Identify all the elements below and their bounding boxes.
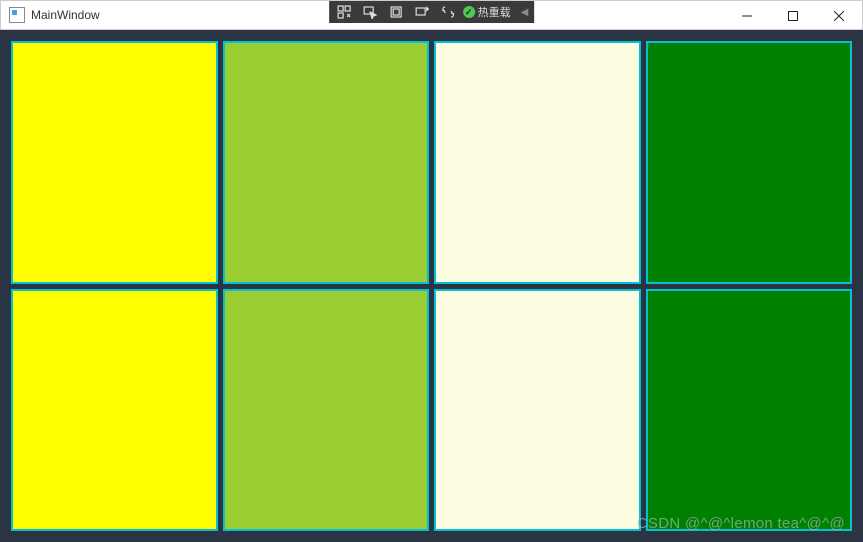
grid-cell-3 (646, 41, 853, 284)
grid-cell-0 (11, 41, 218, 284)
app-icon (9, 7, 25, 23)
hot-reload-button[interactable]: ✓ 热重载 (461, 4, 517, 20)
window-title: MainWindow (31, 8, 100, 22)
grid-cell-4 (11, 289, 218, 532)
minimize-button[interactable] (724, 1, 770, 30)
client-area (0, 30, 863, 542)
live-visual-tree-icon[interactable] (331, 2, 357, 22)
grid-cell-6 (434, 289, 641, 532)
grid-cell-7 (646, 289, 853, 532)
window-controls (724, 1, 862, 31)
debug-toolbar: ✓ 热重载 ◀ (329, 1, 535, 23)
display-layout-icon[interactable] (383, 2, 409, 22)
maximize-button[interactable] (770, 1, 816, 30)
close-button[interactable] (816, 1, 862, 30)
track-focus-icon[interactable] (409, 2, 435, 22)
titlebar: MainWindow (0, 0, 863, 30)
watermark: CSDN @^@^lemon tea^@^@ (637, 515, 845, 532)
grid-cell-5 (223, 289, 430, 532)
select-element-icon[interactable] (357, 2, 383, 22)
chevron-left-icon[interactable]: ◀ (517, 7, 533, 18)
grid-cell-2 (434, 41, 641, 284)
toggle-icon[interactable] (435, 2, 461, 22)
check-icon: ✓ (463, 6, 475, 18)
hot-reload-label: 热重载 (478, 4, 511, 20)
grid-cell-1 (223, 41, 430, 284)
